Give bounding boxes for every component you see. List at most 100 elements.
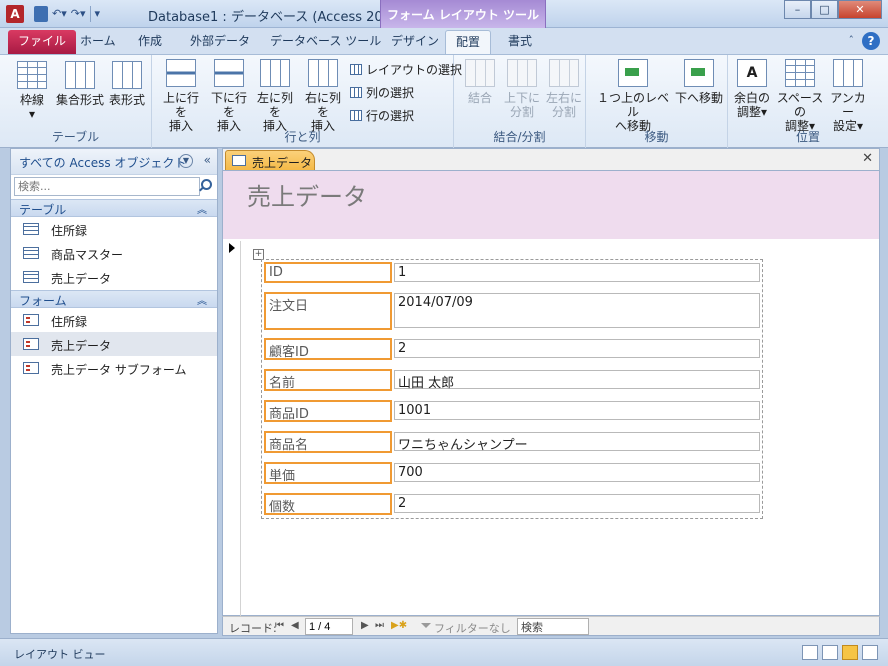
control-margins-label-1: 余白の <box>733 91 770 105</box>
split-horizontally-button[interactable]: 左右に 分割 <box>544 59 584 119</box>
field-value[interactable]: ワニちゃんシャンプー <box>394 432 760 453</box>
field-value[interactable]: 山田 太郎 <box>394 370 760 391</box>
tab-design[interactable]: デザイン <box>381 30 449 54</box>
save-icon[interactable] <box>34 6 48 22</box>
maximize-button[interactable]: □ <box>811 0 838 19</box>
layout-view-icon[interactable] <box>842 645 858 660</box>
tab-format[interactable]: 書式 <box>498 30 542 54</box>
move-down-button[interactable]: 下へ移動 <box>672 59 726 105</box>
redo-icon[interactable]: ↷▾ <box>71 6 86 22</box>
nav-group-forms[interactable]: フォーム ︽ <box>11 290 217 308</box>
insert-below-button[interactable]: 下に行を 挿入 <box>206 59 252 133</box>
field-value[interactable]: 1 <box>394 263 760 282</box>
tab-external-data[interactable]: 外部データ <box>180 30 260 54</box>
tab-file[interactable]: ファイル <box>8 30 77 54</box>
nav-pane-header[interactable]: すべての Access オブジェクト ▼ « <box>11 149 217 175</box>
next-record-icon[interactable]: ▶ <box>361 620 369 631</box>
form-view-icon[interactable] <box>802 645 818 660</box>
field-label[interactable]: ID <box>264 262 392 283</box>
tab-create[interactable]: 作成 <box>128 30 172 54</box>
field-value[interactable]: 2 <box>394 494 760 513</box>
field-value[interactable]: 1001 <box>394 401 760 420</box>
stacked-button[interactable]: 集合形式 <box>54 61 106 107</box>
field-label[interactable]: 名前 <box>264 369 392 391</box>
nav-menu-dropdown-icon[interactable]: ▼ <box>179 154 193 168</box>
nav-group-tables[interactable]: テーブル ︽ <box>11 199 217 217</box>
rows-columns-group: 上に行を 挿入 下に行を 挿入 左に列を 挿入 右に列を 挿入 レイアウトの選択… <box>152 55 462 148</box>
close-document-icon[interactable]: ✕ <box>862 151 873 166</box>
anchoring-icon <box>833 59 863 87</box>
field-label[interactable]: 顧客ID <box>264 338 392 360</box>
previous-record-icon[interactable]: ◀ <box>291 620 299 631</box>
undo-icon[interactable]: ↶▾ <box>52 6 67 22</box>
design-view-icon[interactable] <box>862 645 878 660</box>
nav-item-form-sales-subform[interactable]: 売上データ サブフォーム <box>11 356 217 380</box>
field-value[interactable]: 700 <box>394 463 760 482</box>
tabular-button[interactable]: 表形式 <box>106 61 148 107</box>
form-icon <box>23 314 39 326</box>
nav-collapse-icon[interactable]: « <box>204 153 211 167</box>
tab-arrange[interactable]: 配置 <box>445 30 492 54</box>
control-padding-label-1: スペースの <box>776 91 824 119</box>
minimize-ribbon-icon[interactable]: ˆ <box>849 34 855 47</box>
nav-item-table-product-master[interactable]: 商品マスター <box>11 241 217 265</box>
search-icon[interactable] <box>198 178 212 192</box>
merge-icon <box>465 59 495 87</box>
customize-qat-icon[interactable]: ▾ <box>95 6 101 22</box>
minimize-button[interactable]: – <box>784 0 811 19</box>
nav-item-form-sales[interactable]: 売上データ <box>11 332 217 356</box>
select-row-button[interactable]: 行の選択 <box>350 107 414 124</box>
move-group: １つ上のレベル へ移動 下へ移動 移動 <box>586 55 728 148</box>
record-search-input[interactable] <box>517 618 589 635</box>
gridlines-button[interactable]: 枠線 ▾ <box>12 61 52 121</box>
control-margins-button[interactable]: 余白の 調整▾ <box>730 59 774 119</box>
select-layout-button[interactable]: レイアウトの選択 <box>350 61 462 78</box>
split-horizontally-label-1: 左右に <box>545 91 582 105</box>
form-title[interactable]: 売上データ <box>247 177 367 212</box>
document-tab-label: 売上データ <box>252 156 313 170</box>
status-bar: レイアウト ビュー <box>0 638 888 666</box>
nav-pane-title[interactable]: すべての Access オブジェクト <box>19 154 186 171</box>
form-header[interactable]: 売上データ <box>223 171 879 239</box>
tab-database-tools[interactable]: データベース ツール <box>260 30 391 54</box>
select-column-button[interactable]: 列の選択 <box>350 84 414 101</box>
access-app-icon[interactable]: A <box>6 5 24 23</box>
document-tab-sales[interactable]: 売上データ <box>225 150 315 171</box>
control-padding-button[interactable]: スペースの 調整▾ <box>772 59 828 133</box>
datasheet-view-icon[interactable] <box>822 645 838 660</box>
nav-item-label: 住所録 <box>51 315 88 329</box>
insert-left-label-1: 左に列を <box>256 91 293 119</box>
current-record-input[interactable] <box>305 618 353 635</box>
field-label[interactable]: 単価 <box>264 462 392 484</box>
nav-item-table-sales[interactable]: 売上データ <box>11 265 217 289</box>
ribbon-tab-bar: ファイル ホーム 作成 外部データ データベース ツール デザイン 配置 書式 … <box>0 28 888 54</box>
field-label[interactable]: 注文日 <box>264 292 392 330</box>
anchoring-button[interactable]: アンカー 設定▾ <box>826 59 870 133</box>
new-record-icon[interactable]: ▶✱ <box>391 620 407 631</box>
field-label[interactable]: 商品名 <box>264 431 392 453</box>
nav-item-table-addressbook[interactable]: 住所録 <box>11 217 217 241</box>
insert-left-button[interactable]: 左に列を 挿入 <box>252 59 298 133</box>
move-up-button[interactable]: １つ上のレベル へ移動 <box>592 59 674 133</box>
filter-toggle[interactable]: フィルターなし <box>421 620 511 636</box>
first-record-icon[interactable]: ⏮ <box>275 620 284 631</box>
field-value[interactable]: 2 <box>394 339 760 358</box>
field-value[interactable]: 2014/07/09 <box>394 293 760 328</box>
split-vertically-label-1: 上下に <box>503 91 540 105</box>
close-button[interactable]: ✕ <box>838 0 882 19</box>
record-selector[interactable] <box>223 241 241 617</box>
position-group-label: 位置 <box>795 130 820 144</box>
nav-item-form-addressbook[interactable]: 住所録 <box>11 308 217 332</box>
split-vertically-button[interactable]: 上下に 分割 <box>502 59 542 119</box>
field-label[interactable]: 個数 <box>264 493 392 515</box>
nav-search-input[interactable] <box>14 177 200 196</box>
field-label[interactable]: 商品ID <box>264 400 392 422</box>
insert-right-button[interactable]: 右に列を 挿入 <box>300 59 346 133</box>
insert-above-button[interactable]: 上に行を 挿入 <box>158 59 204 133</box>
help-icon[interactable]: ? <box>862 32 880 50</box>
merge-button[interactable]: 結合 <box>460 59 500 105</box>
last-record-icon[interactable]: ⏭ <box>375 620 384 631</box>
tab-home[interactable]: ホーム <box>70 30 126 54</box>
merge-split-group-label: 結合/分割 <box>493 130 546 144</box>
table-group-label: テーブル <box>51 130 100 144</box>
